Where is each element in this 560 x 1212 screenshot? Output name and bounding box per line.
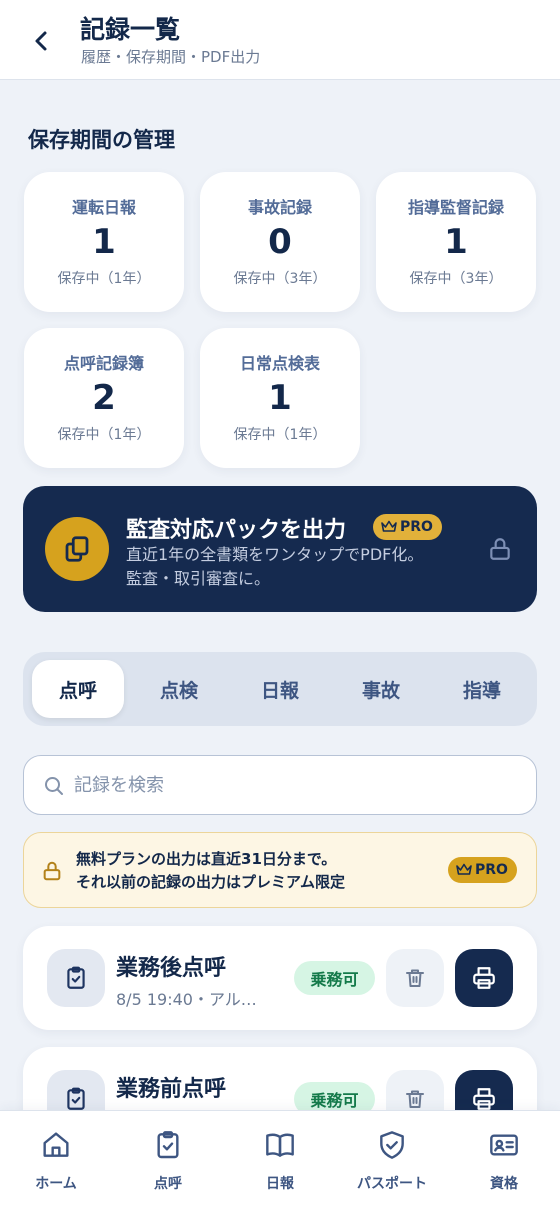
retention-card-status: 保存中（3年） [409,271,503,287]
nav-item-passport[interactable]: パスポート [336,1129,448,1209]
tab-accident[interactable]: 事故 [335,660,427,718]
retention-card-count: 1 [444,222,468,262]
search-box [23,755,537,815]
retention-card-status: 保存中（1年） [233,427,327,443]
retention-card-count: 0 [268,222,292,262]
page-title: 記録一覧 [80,15,181,44]
trash-icon [406,1090,424,1108]
audit-pack-description: 直近1年の全書類をワンタップでPDF化。 監査・取引審査に。 [126,543,423,591]
delete-button[interactable] [386,949,444,1007]
retention-section-title: 保存期間の管理 [28,128,175,152]
lock-icon [490,538,510,560]
retention-card-label: 指導監督記録 [407,198,504,217]
nav-label: 日報 [266,1176,294,1192]
copy-documents-icon [45,517,109,581]
nav-label: 点呼 [154,1176,182,1192]
free-plan-notice-line: それ以前の記録の出力はプレミアム限定 [76,873,345,891]
pro-badge-label: PRO [475,862,508,878]
retention-card-accident-record[interactable]: 事故記録 0 保存中（3年） [200,172,360,312]
retention-card-count: 2 [92,378,116,418]
pro-badge: PRO [373,514,442,540]
nav-item-roll-call[interactable]: 点呼 [112,1129,224,1209]
retention-card-status: 保存中（1年） [57,427,151,443]
nav-label: ホーム [35,1176,77,1192]
chevron-left-icon [35,31,47,51]
tab-roll-call[interactable]: 点呼 [32,660,124,718]
clipboard-check-icon [157,1131,179,1159]
retention-card-status: 保存中（3年） [233,271,327,287]
crown-icon [381,520,397,532]
status-badge: 乗務可 [294,961,375,995]
tab-guidance[interactable]: 指導 [436,660,528,718]
audit-pack-description-line: 監査・取引審査に。 [126,569,271,588]
crown-icon [456,863,472,875]
printer-icon [473,967,495,989]
audit-pack-description-line: 直近1年の全書類をワンタップでPDF化。 [126,545,424,564]
audit-pack-title: 監査対応パックを出力 [126,518,347,543]
retention-card-daily-report[interactable]: 運転日報 1 保存中（1年） [24,172,184,312]
nav-label: 資格 [490,1176,518,1192]
pro-badge-label: PRO [400,519,433,535]
book-open-icon [266,1133,294,1157]
printer-icon [473,1088,495,1110]
back-button[interactable] [24,24,58,58]
free-plan-notice: 無料プランの出力は直近31日分まで。 それ以前の記録の出力はプレミアム限定 PR… [23,832,537,908]
page-subtitle: 履歴・保存期間・PDF出力 [81,48,261,66]
nav-item-home[interactable]: ホーム [0,1129,112,1209]
id-card-icon [490,1134,518,1156]
clipboard-check-icon [47,949,105,1007]
pro-badge[interactable]: PRO [448,857,517,883]
free-plan-notice-line: 無料プランの出力は直近31日分まで。 [76,850,337,868]
retention-card-label: 運転日報 [71,198,136,217]
record-type-tabs: 点呼 点検 日報 事故 指導 [23,652,537,726]
audit-pack-banner[interactable]: 監査対応パックを出力 PRO 直近1年の全書類をワンタップでPDF化。 監査・取… [23,486,537,612]
free-plan-notice-text: 無料プランの出力は直近31日分まで。 それ以前の記録の出力はプレミアム限定 [76,848,345,894]
retention-card-label: 日常点検表 [239,354,320,373]
search-icon [45,777,63,795]
nav-item-daily-report[interactable]: 日報 [224,1129,336,1209]
lock-icon [43,861,61,881]
print-button[interactable] [455,949,513,1007]
record-title: 業務後点呼 [116,956,227,981]
shield-check-icon [380,1131,404,1159]
retention-card-roll-call-log[interactable]: 点呼記録簿 2 保存中（1年） [24,328,184,468]
retention-card-label: 事故記録 [247,198,312,217]
nav-label: パスポート [357,1176,427,1192]
record-title: 業務前点呼 [116,1077,227,1102]
retention-card-count: 1 [268,378,292,418]
nav-item-qualifications[interactable]: 資格 [448,1129,560,1209]
bottom-nav: ホーム 点呼 日報 パスポート 資格 [0,1110,560,1212]
app-header: 記録一覧 履歴・保存期間・PDF出力 [0,0,560,80]
record-card[interactable]: 業務後点呼 8/5 19:40・アル… 乗務可 [23,926,537,1030]
search-input[interactable] [74,768,514,802]
retention-card-daily-inspection[interactable]: 日常点検表 1 保存中（1年） [200,328,360,468]
retention-card-count: 1 [92,222,116,262]
tab-daily-report[interactable]: 日報 [234,660,326,718]
retention-card-label: 点呼記録簿 [63,354,144,373]
retention-card-status: 保存中（1年） [57,271,151,287]
tab-inspection[interactable]: 点検 [133,660,225,718]
trash-icon [406,969,424,987]
home-icon [43,1132,69,1157]
retention-card-guidance-record[interactable]: 指導監督記録 1 保存中（3年） [376,172,536,312]
record-meta: 8/5 19:40・アル… [116,990,257,1009]
